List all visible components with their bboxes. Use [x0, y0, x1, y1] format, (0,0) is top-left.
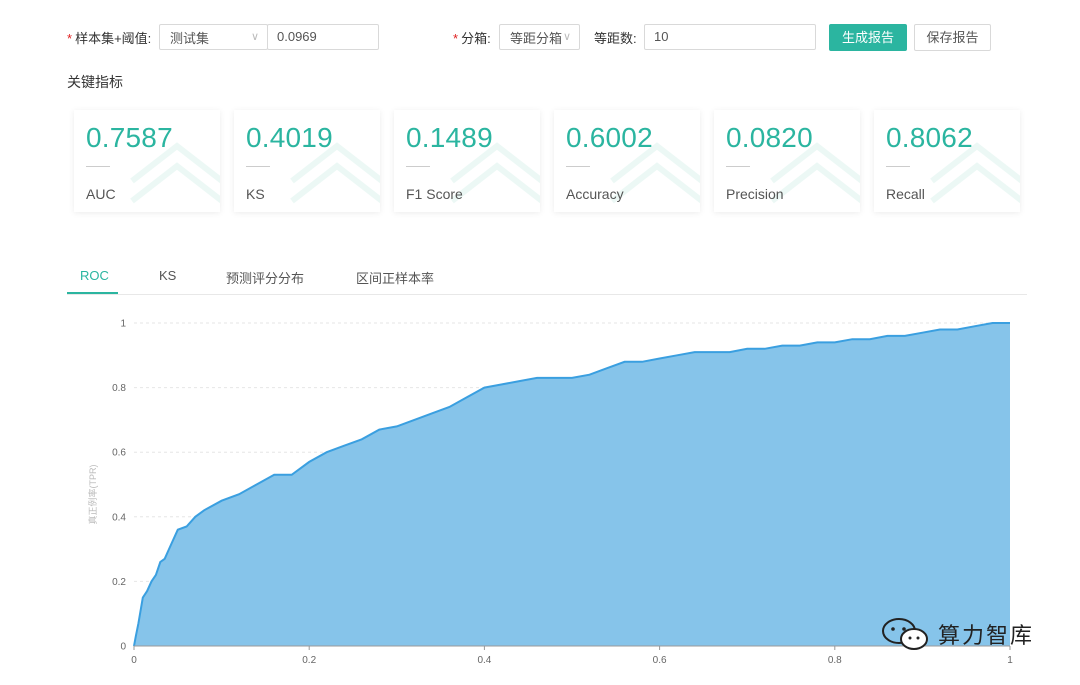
metric-value: 0.6002	[566, 122, 653, 153]
wechat-icon	[882, 618, 928, 650]
threshold-input[interactable]: 0.0969	[267, 24, 379, 50]
metric-label: Precision	[726, 186, 784, 202]
binning-label: * 分箱:	[453, 31, 491, 46]
metric-value: 0.0820	[726, 122, 813, 153]
metric-divider	[246, 166, 270, 167]
x-tick-label: 0.8	[828, 655, 842, 666]
metric-label: F1 Score	[406, 186, 463, 202]
sample-threshold-label: * 样本集+阈值:	[67, 31, 152, 46]
key-metrics-title: 关键指标	[67, 74, 123, 90]
tab-score-distribution[interactable]: 预测评分分布	[226, 268, 304, 287]
y-tick-label: 1	[120, 319, 126, 330]
y-tick-label: 0	[120, 642, 126, 653]
x-tick-label: 0	[131, 655, 137, 666]
metric-label: AUC	[86, 186, 116, 202]
metric-divider	[86, 166, 110, 167]
x-tick-label: 0.2	[302, 655, 316, 666]
roc-area	[134, 323, 1010, 646]
save-report-button[interactable]: 保存报告	[914, 24, 991, 51]
watermark-text: 算力智库	[938, 623, 1035, 648]
metric-card-recall: 0.8062 Recall	[874, 110, 1020, 212]
chevron-down-icon: ∨	[250, 31, 259, 43]
metric-divider	[406, 166, 430, 167]
metric-card-ks: 0.4019 KS	[234, 110, 380, 212]
chart-tabs: ROC KS 预测评分分布 区间正样本率	[67, 258, 1027, 295]
tab-bin-positive-rate[interactable]: 区间正样本率	[356, 268, 434, 287]
metric-label: KS	[246, 186, 265, 202]
active-tab-indicator	[67, 292, 118, 294]
y-tick-label: 0.8	[112, 383, 126, 394]
metric-divider	[886, 166, 910, 167]
tab-ks[interactable]: KS	[159, 268, 176, 283]
metric-divider	[566, 166, 590, 167]
metric-card-f1: 0.1489 F1 Score	[394, 110, 540, 212]
generate-report-button[interactable]: 生成报告	[829, 24, 907, 51]
chevron-down-icon: ∨	[562, 31, 571, 43]
x-tick-label: 0.4	[477, 655, 491, 666]
metric-value: 0.1489	[406, 122, 493, 153]
y-axis-ticks: 0 0.2 0.4 0.6 0.8 1	[112, 319, 126, 653]
sample-set-select[interactable]: 测试集 ∨	[159, 24, 268, 50]
bins-label: 等距数:	[594, 31, 637, 46]
metric-card-precision: 0.0820 Precision	[714, 110, 860, 212]
metric-value: 0.8062	[886, 122, 973, 153]
binning-select[interactable]: 等距分箱 ∨	[499, 24, 580, 50]
metric-value: 0.4019	[246, 122, 333, 153]
metric-card-auc: 0.7587 AUC	[74, 110, 220, 212]
y-axis-label: 真正例率(TPR)	[87, 465, 98, 525]
y-tick-label: 0.6	[112, 448, 126, 459]
report-toolbar: * 样本集+阈值: 测试集 ∨ 0.0969 * 分箱: 等距分箱 ∨ 等距数: 1…	[0, 0, 1080, 70]
bins-count-input[interactable]: 10	[644, 24, 816, 50]
metric-divider	[726, 166, 750, 167]
metric-card-accuracy: 0.6002 Accuracy	[554, 110, 700, 212]
tab-roc[interactable]: ROC	[80, 268, 109, 283]
metric-label: Recall	[886, 186, 925, 202]
metric-value: 0.7587	[86, 122, 173, 153]
x-tick-label: 1	[1007, 655, 1013, 666]
y-tick-label: 0.2	[112, 577, 126, 588]
x-tick-label: 0.6	[653, 655, 667, 666]
watermark: 算力智库	[880, 616, 1034, 652]
y-tick-label: 0.4	[112, 512, 126, 523]
metric-label: Accuracy	[566, 186, 624, 202]
